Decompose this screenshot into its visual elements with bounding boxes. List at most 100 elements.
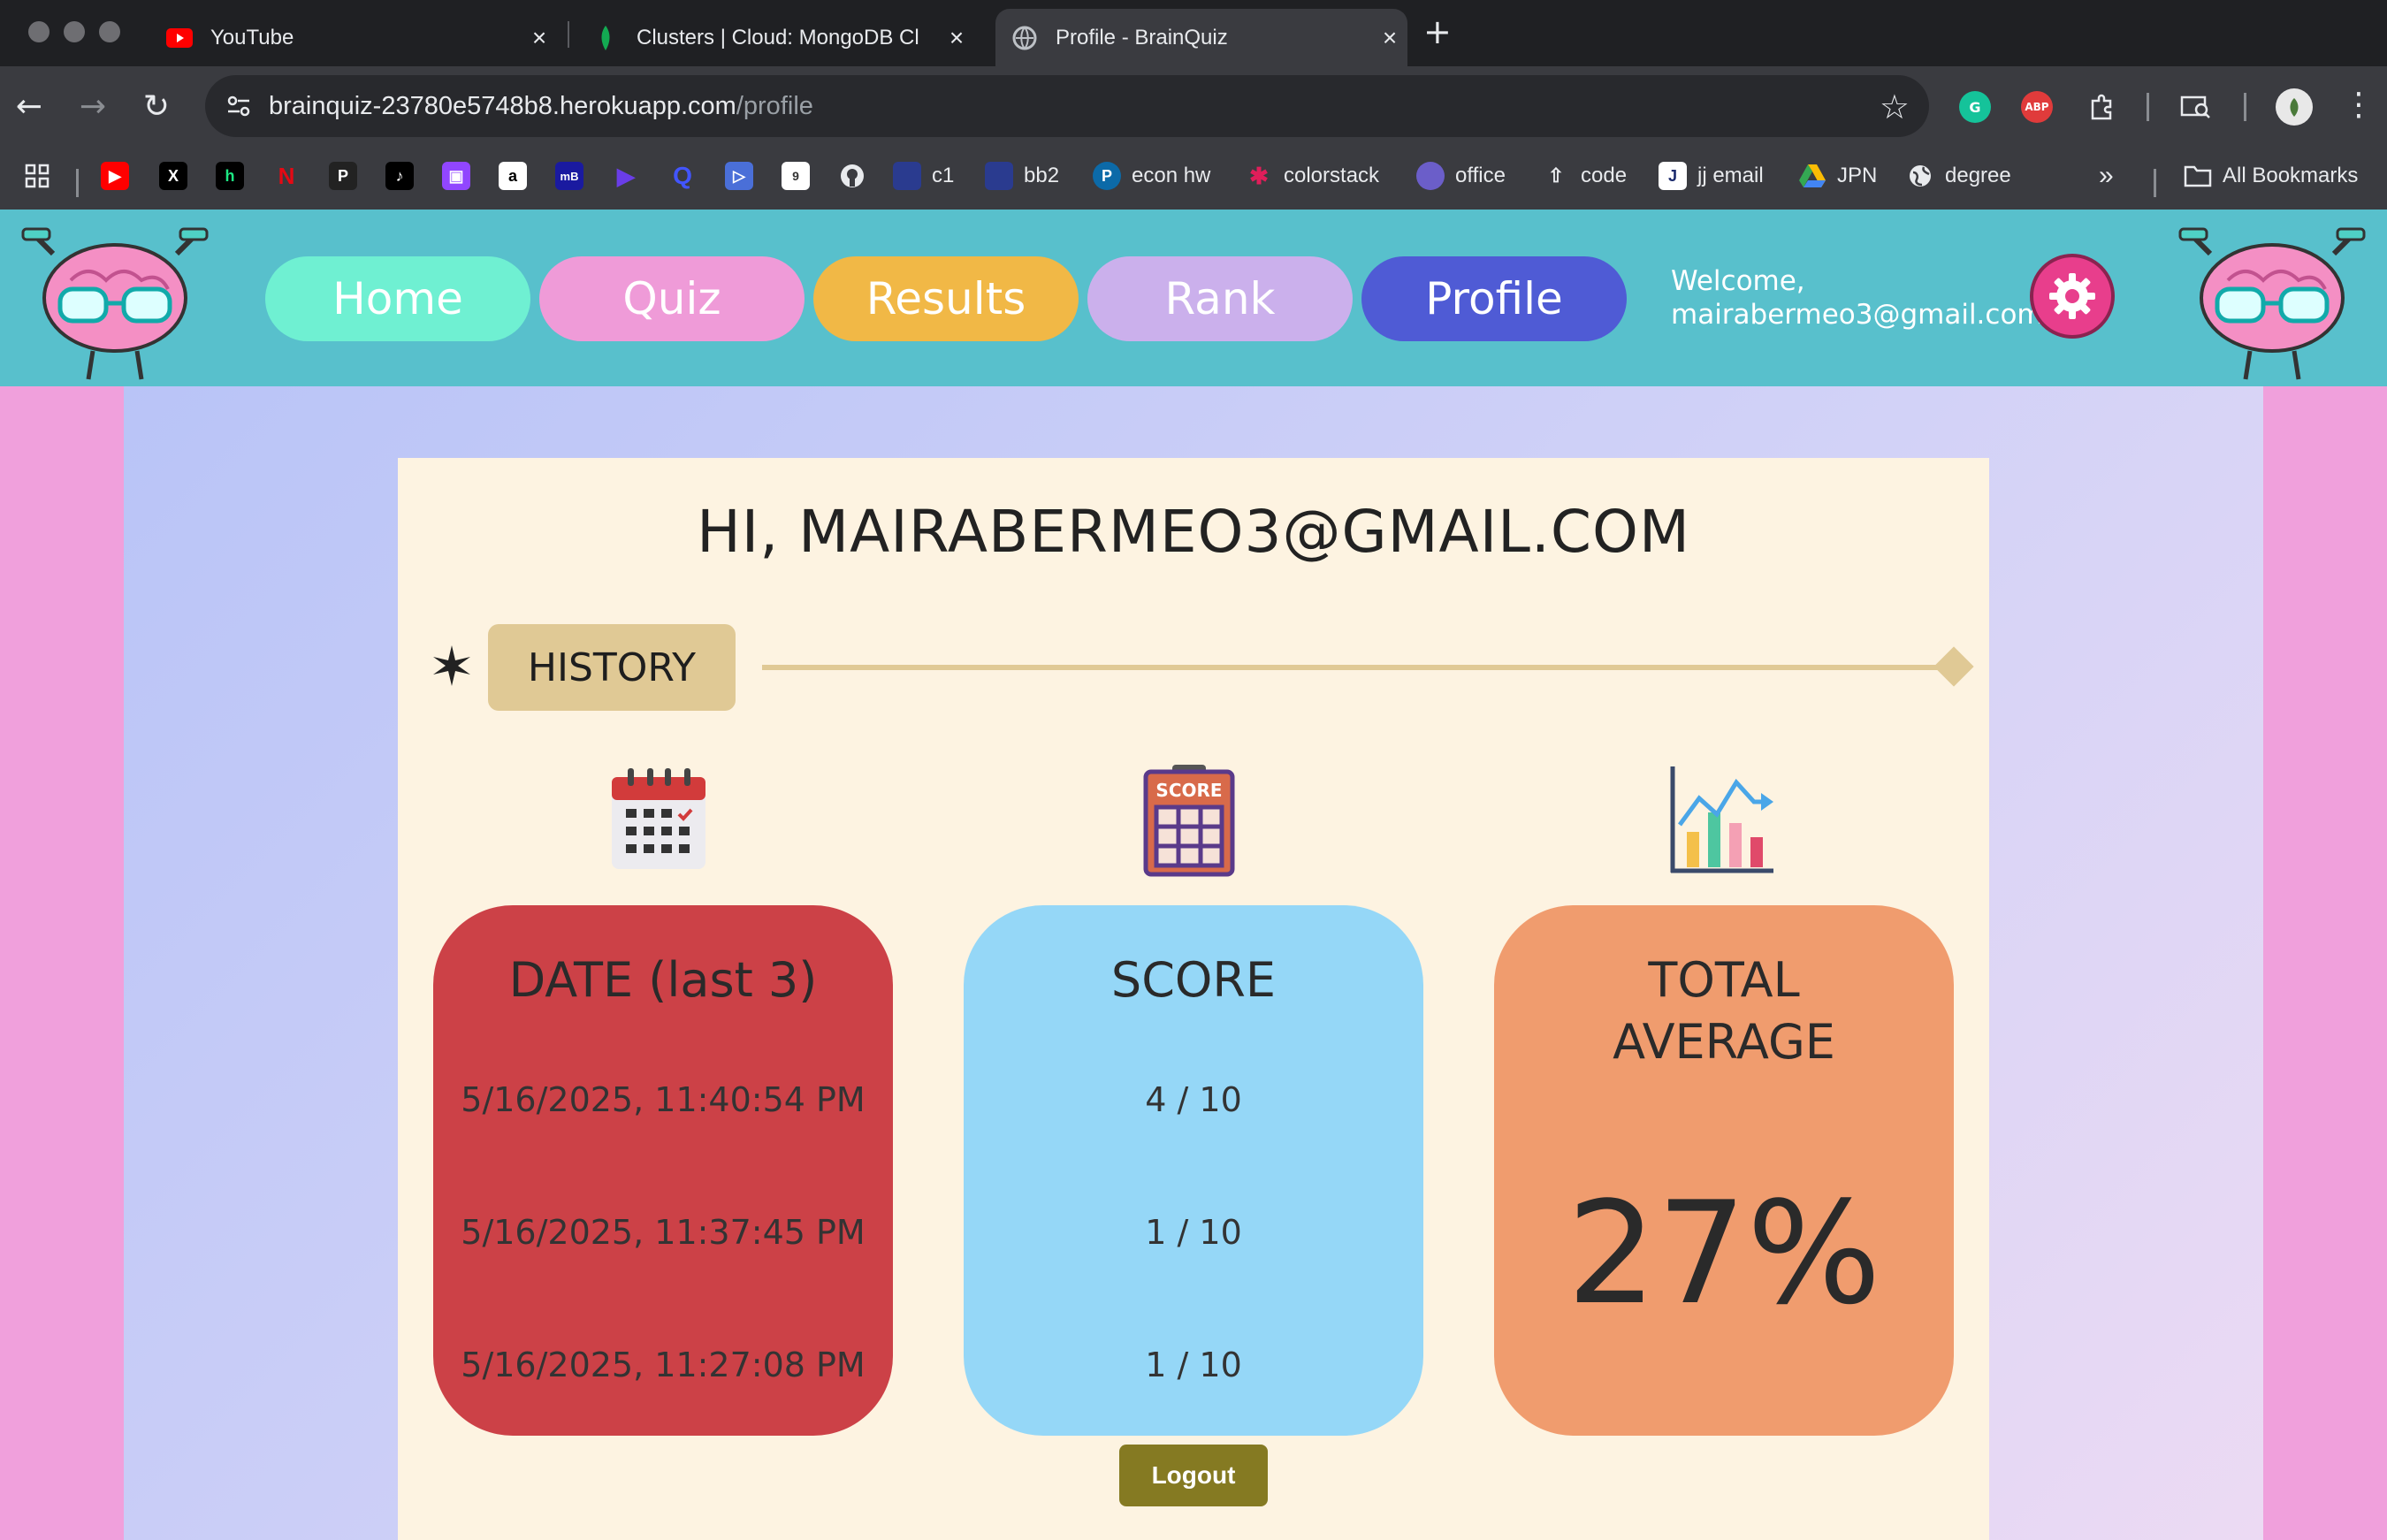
average-box-title: AVERAGE [1613,1014,1835,1070]
youtube-icon [166,25,193,51]
nav-profile[interactable]: Profile [1361,256,1627,341]
brain-mascot-logo [2178,227,2366,380]
right-pink-stripe [2263,386,2387,1540]
settings-gear-button[interactable] [2030,254,2115,339]
bookmark-quizlet[interactable]: Q [668,158,697,194]
x-twitter-icon: X [159,162,187,190]
pearson-icon: P [1093,162,1121,190]
bookmark-youtube[interactable]: ▶ [101,158,129,194]
history-heading: HISTORY [488,624,736,711]
nav-home[interactable]: Home [265,256,530,341]
toolbar-divider [2244,93,2246,121]
globe-icon [1906,162,1934,190]
grammarly-icon[interactable]: G [1959,91,1991,123]
close-tab-icon[interactable]: × [522,24,557,52]
bookmark-max[interactable]: mB [555,158,583,194]
tab-separator [568,21,569,48]
more-bookmarks-icon[interactable]: » [2099,158,2114,194]
calendar-icon [612,768,705,869]
bookmark-twitch[interactable]: ▣ [442,158,470,194]
date-row: 5/16/2025, 11:37:45 PM [461,1213,866,1252]
welcome-message: Welcome, mairabermeo3@gmail.com [1671,264,2044,332]
netflix-icon: N [278,162,295,189]
bookmark-github[interactable] [838,158,866,194]
bookmark-doc[interactable]: 9 [782,158,810,194]
window-minimize-dot[interactable] [64,21,85,42]
bookmark-code[interactable]: ⇧ code [1542,158,1627,194]
office-icon [1416,162,1445,190]
extensions-puzzle-icon[interactable] [2086,91,2118,123]
bookmark-picnic[interactable]: P [329,158,357,194]
picnic-icon: P [329,162,357,190]
logout-button[interactable]: Logout [1119,1445,1268,1506]
bookmark-colorstack[interactable]: ✱ colorstack [1245,158,1379,194]
bookmark-c1[interactable]: c1 [893,158,954,194]
tiktok-icon: ♪ [385,162,414,190]
gear-icon [2049,273,2095,319]
date-box-title: DATE (last 3) [508,952,818,1008]
nav-results[interactable]: Results [813,256,1079,341]
bookmark-hulu[interactable]: h [216,158,244,194]
close-tab-icon[interactable]: × [939,24,974,52]
bookmark-netflix[interactable]: N [272,158,301,194]
window-zoom-dot[interactable] [99,21,120,42]
play-icon: ▶ [617,162,635,189]
browser-menu-icon[interactable]: ⋮ [2343,88,2375,123]
bookmark-degree[interactable]: degree [1906,158,2011,194]
adblock-plus-icon[interactable]: ABP [2021,91,2053,123]
scoreboard-icon: SCORE [1143,765,1235,877]
bookmark-amazon[interactable]: a [499,158,527,194]
quizlet-icon: Q [673,162,692,189]
video-icon: ▷ [725,162,753,190]
date-row: 5/16/2025, 11:27:08 PM [461,1346,866,1384]
bookmark-play[interactable]: ▶ [612,158,640,194]
tab-search-icon[interactable] [2180,91,2212,123]
profile-greeting: HI, MAIRABERMEO3@GMAIL.COM [697,498,1690,566]
hulu-icon: h [216,162,244,190]
bookmark-jpn[interactable]: JPN [1798,158,1877,194]
bookmark-jj-email[interactable]: Jjj email [1659,158,1764,194]
bookmark-video[interactable]: ▷ [725,158,753,194]
drive-icon [1798,162,1826,190]
nav-rank[interactable]: Rank [1087,256,1353,341]
address-bar[interactable]: brainquiz-23780e5748b8.herokuapp.com/pro… [205,75,1929,137]
bookmark-star-icon[interactable]: ☆ [1880,88,1910,126]
max-icon: mB [555,162,583,190]
site-header: Home Quiz Results Rank Profile Welcome, … [0,210,2387,386]
all-bookmarks[interactable]: All Bookmarks [2184,158,2358,194]
mongodb-leaf-icon [592,25,619,51]
bookmark-bb2[interactable]: bb2 [985,158,1059,194]
history-divider-line [762,665,1947,670]
c1-icon [893,162,921,190]
welcome-email: mairabermeo3@gmail.com [1671,299,2044,331]
apps-grid-icon[interactable] [25,158,50,194]
sparkle-star-icon [433,645,470,686]
bookmark-office[interactable]: office [1416,158,1506,194]
welcome-label: Welcome, [1671,265,1805,297]
youtube-icon: ▶ [101,162,129,190]
forward-arrow-icon[interactable]: → [71,84,115,128]
tab-mongodb[interactable]: Clusters | Cloud: MongoDB Cl × [576,9,974,66]
tab-profile-brainquiz[interactable]: Profile - BrainQuiz × [995,9,1407,66]
nav-quiz[interactable]: Quiz [539,256,805,341]
profile-avatar[interactable] [2276,88,2313,126]
bookmarks-bar: ▶ X h N P ♪ ▣ a mB ▶ Q ▷ 9 c1 bb2 Pecon … [0,146,2387,211]
score-row: 4 / 10 [1145,1080,1242,1119]
reload-icon[interactable]: ↻ [134,84,179,128]
window-close-dot[interactable] [28,21,50,42]
close-tab-icon[interactable]: × [1372,24,1407,52]
bookmark-econ-hw[interactable]: Pecon hw [1093,158,1210,194]
date-row: 5/16/2025, 11:40:54 PM [461,1080,866,1119]
bb2-icon [985,162,1013,190]
tab-youtube[interactable]: YouTube × [150,9,557,66]
new-tab-icon[interactable]: + [1423,12,1452,51]
bookmark-x[interactable]: X [159,158,187,194]
bookmark-tiktok[interactable]: ♪ [385,158,414,194]
svg-text:SCORE: SCORE [1155,780,1222,801]
back-arrow-icon[interactable]: ← [7,84,51,128]
tab-title: Profile - BrainQuiz [1056,25,1228,50]
bar-chart-icon [1670,766,1773,873]
toolbar-divider [2147,93,2149,121]
site-info-icon[interactable] [225,92,253,124]
rocket-icon: ⇧ [1547,164,1565,187]
